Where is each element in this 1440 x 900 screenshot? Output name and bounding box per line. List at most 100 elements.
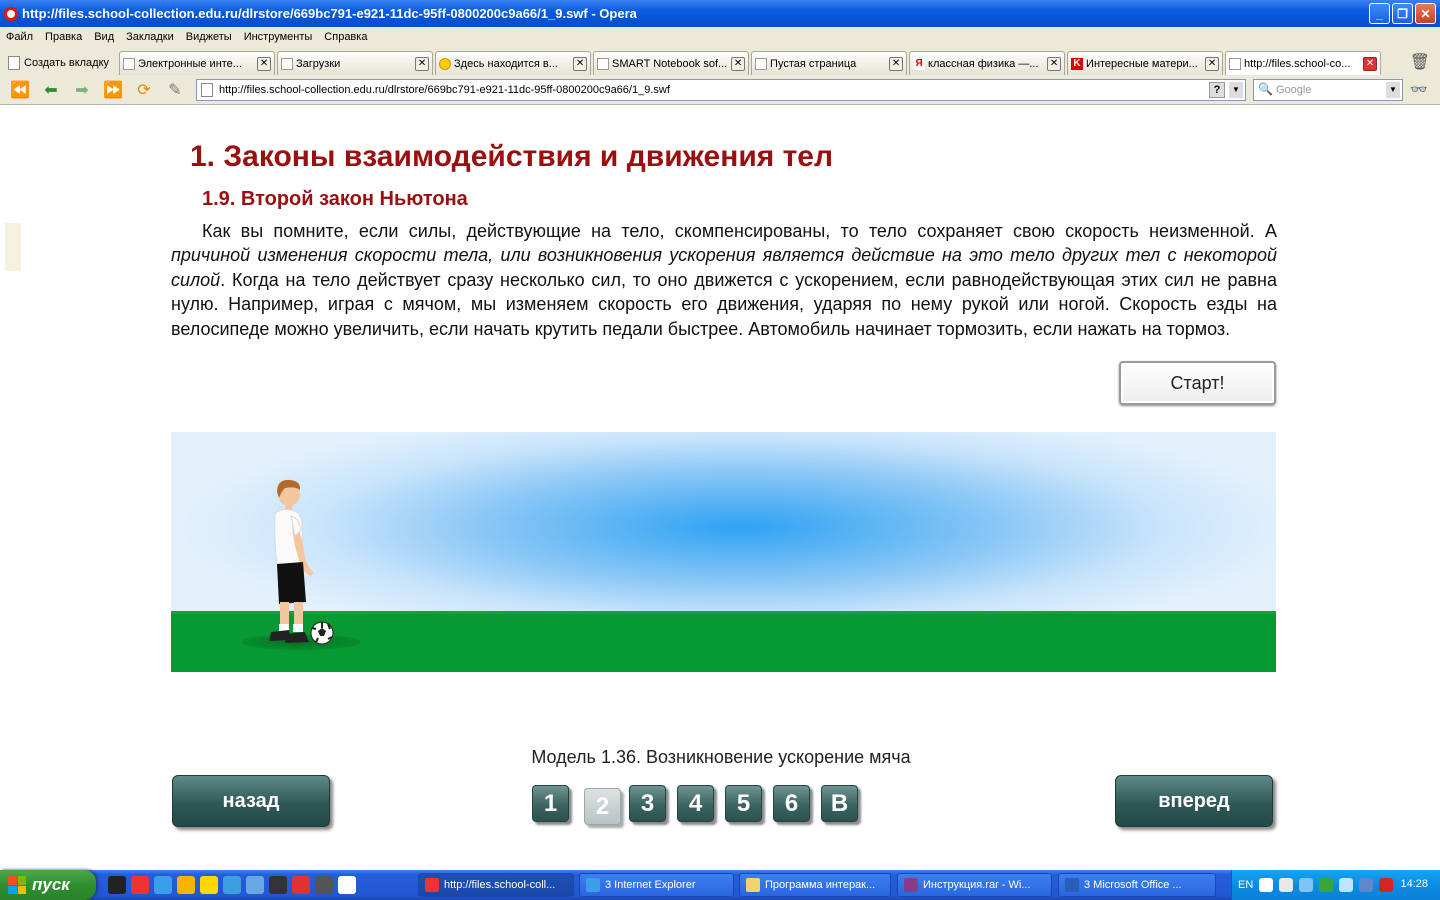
menu-help[interactable]: Справка xyxy=(324,31,367,43)
page-button-5[interactable]: 5 xyxy=(725,785,762,822)
antivirus-icon[interactable] xyxy=(1379,878,1394,892)
back-icon[interactable]: ⬅ xyxy=(39,79,63,101)
address-field[interactable]: http://files.school-collection.edu.ru/dl… xyxy=(196,79,1246,101)
page-button-3[interactable]: 3 xyxy=(629,785,666,822)
animation-scene xyxy=(171,432,1276,672)
menu-file[interactable]: Файл xyxy=(6,31,33,43)
tab-label: Загрузки xyxy=(296,57,341,70)
k-icon[interactable] xyxy=(269,876,287,894)
tab-4[interactable]: SMART Notebook sof... ✕ xyxy=(593,51,750,75)
menu-bookmarks[interactable]: Закладки xyxy=(126,31,174,43)
menu-tools[interactable]: Инструменты xyxy=(244,31,313,43)
media-icon[interactable] xyxy=(200,876,218,894)
close-tab-icon[interactable]: ✕ xyxy=(1205,56,1220,71)
chevron-left-icon[interactable] xyxy=(1299,878,1314,892)
reload-icon[interactable]: ⟳ xyxy=(132,79,156,101)
menu-view[interactable]: Вид xyxy=(94,31,114,43)
tab-label: Интересные матери... xyxy=(1086,57,1198,70)
tab-label: Пустая страница xyxy=(770,57,857,70)
forward-button[interactable]: вперед xyxy=(1115,775,1273,827)
tab-bar: Создать вкладку Электронные инте... ✕ Заг… xyxy=(0,47,1440,75)
trash-icon[interactable]: 🗑 xyxy=(1410,52,1430,72)
taskbar-item-label: 3 Internet Explorer xyxy=(605,879,696,891)
help-icon[interactable] xyxy=(1259,878,1274,892)
chevron-down-icon[interactable]: ▼ xyxy=(1229,82,1243,98)
windows-logo-icon xyxy=(8,876,26,894)
monitor-icon[interactable] xyxy=(1339,878,1354,892)
fast-forward-icon[interactable]: ⏩ xyxy=(101,79,125,101)
opera-icon xyxy=(425,878,439,892)
doc-icon[interactable] xyxy=(292,876,310,894)
display-icon[interactable] xyxy=(1359,878,1374,892)
s-icon[interactable] xyxy=(315,876,333,894)
tab-3[interactable]: Здесь находится в... ✕ xyxy=(435,51,592,75)
network-icon[interactable] xyxy=(246,876,264,894)
search-placeholder: Google xyxy=(1276,84,1312,96)
help-icon[interactable]: ? xyxy=(1209,82,1225,98)
page-button-6[interactable]: 6 xyxy=(773,785,810,822)
taskbar-item-winrar[interactable]: Инструкция.rar - Wi... xyxy=(897,873,1052,897)
edit-icon[interactable]: ✎ xyxy=(163,79,187,101)
cmd-icon[interactable] xyxy=(108,876,126,894)
soccer-ball xyxy=(310,621,334,645)
menu-bar: Файл Правка Вид Закладки Виджеты Инструм… xyxy=(0,27,1440,47)
page-icon xyxy=(201,83,213,97)
ie-icon[interactable] xyxy=(154,876,172,894)
taskbar-item-folder[interactable]: Программа интерак... xyxy=(739,873,891,897)
tab-6[interactable]: Яклассная физика —... ✕ xyxy=(909,51,1066,75)
tab-label: Здесь находится в... xyxy=(454,57,558,70)
page-button-v[interactable]: В xyxy=(821,785,858,822)
tool-icon[interactable] xyxy=(177,876,195,894)
close-tab-icon[interactable]: ✕ xyxy=(731,56,746,71)
app-icon[interactable] xyxy=(223,876,241,894)
menu-edit[interactable]: Правка xyxy=(45,31,82,43)
page-button-2-active[interactable]: 2 xyxy=(584,788,621,825)
new-tab-button[interactable]: Создать вкладку xyxy=(4,51,115,75)
tab-label: SMART Notebook sof... xyxy=(612,57,728,70)
taskbar-item-label: Программа интерак... xyxy=(765,879,876,891)
minimize-button[interactable]: _ xyxy=(1369,3,1390,24)
tab-7[interactable]: K Интересные матери... ✕ xyxy=(1067,51,1224,75)
search-input[interactable]: 🔍 Google ▼ xyxy=(1253,79,1403,101)
k-site-icon: K xyxy=(1071,57,1084,70)
pen-icon[interactable] xyxy=(1279,878,1294,892)
page-icon xyxy=(1229,57,1242,70)
clock: 14:28 xyxy=(1400,878,1428,890)
language-indicator[interactable]: EN xyxy=(1238,879,1253,891)
close-tab-icon[interactable]: ✕ xyxy=(415,56,430,71)
close-tab-icon[interactable]: ✕ xyxy=(573,56,588,71)
taskbar-item-office[interactable]: 3 Microsoft Office ... xyxy=(1058,873,1216,897)
start-label: пуск xyxy=(32,875,70,894)
page-icon xyxy=(755,57,768,70)
close-tab-icon[interactable]: ✕ xyxy=(1363,56,1378,71)
page-button-4[interactable]: 4 xyxy=(677,785,714,822)
taskbar-item-label: Инструкция.rar - Wi... xyxy=(923,879,1031,891)
chevron-down-icon[interactable]: ▼ xyxy=(1386,82,1400,98)
tab-8-active[interactable]: http://files.school-co... ✕ xyxy=(1225,51,1382,75)
network-icon[interactable] xyxy=(1319,878,1334,892)
word-icon[interactable] xyxy=(338,876,356,894)
view-glasses-icon[interactable]: 👓 xyxy=(1410,81,1427,98)
taskbar-item-label: 3 Microsoft Office ... xyxy=(1084,879,1182,891)
menu-widgets[interactable]: Виджеты xyxy=(186,31,232,43)
page-button-1[interactable]: 1 xyxy=(532,785,569,822)
tab-1[interactable]: Электронные инте... ✕ xyxy=(119,51,276,75)
close-window-button[interactable]: ✕ xyxy=(1415,3,1436,24)
rewind-icon[interactable]: ⏪ xyxy=(8,79,32,101)
close-tab-icon[interactable]: ✕ xyxy=(889,56,904,71)
forward-icon[interactable]: ➡ xyxy=(70,79,94,101)
tab-2[interactable]: Загрузки ✕ xyxy=(277,51,434,75)
start-menu-button[interactable]: пуск xyxy=(0,870,96,900)
maximize-button[interactable]: ❐ xyxy=(1392,3,1413,24)
page-icon xyxy=(597,57,610,70)
close-tab-icon[interactable]: ✕ xyxy=(1047,56,1062,71)
taskbar-item-opera[interactable]: http://files.school-coll... xyxy=(418,873,574,897)
opera-icon[interactable] xyxy=(131,876,149,894)
close-tab-icon[interactable]: ✕ xyxy=(257,56,272,71)
archive-icon xyxy=(904,878,918,892)
tab-5[interactable]: Пустая страница ✕ xyxy=(751,51,908,75)
start-button[interactable]: Старт! xyxy=(1119,361,1276,405)
system-tray: EN 14:28 xyxy=(1231,870,1440,900)
back-button[interactable]: назад xyxy=(172,775,330,827)
taskbar-item-ie[interactable]: 3 Internet Explorer xyxy=(579,873,734,897)
